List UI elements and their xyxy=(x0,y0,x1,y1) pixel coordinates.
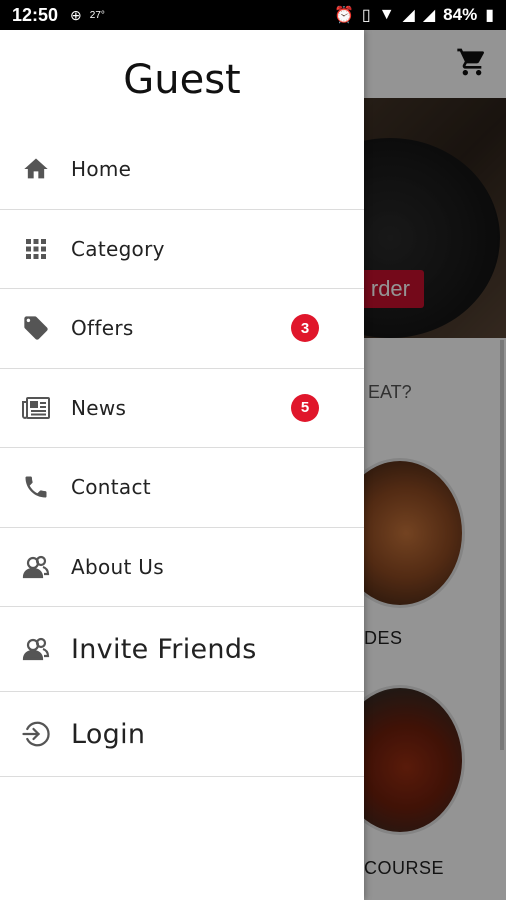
menu-label: Category xyxy=(71,236,165,261)
menu-label: Contact xyxy=(71,475,151,500)
app-notification-icon: ⊕ xyxy=(70,6,82,23)
menu-item-login[interactable]: Login xyxy=(0,692,364,777)
tag-icon xyxy=(20,312,52,344)
login-icon xyxy=(20,718,52,750)
status-right-icons: ⏰ ▯ ▼ ◢ ◢ 84% ▮ xyxy=(334,5,494,25)
people-icon xyxy=(20,633,52,665)
grid-icon xyxy=(20,233,52,265)
battery-icon: ▮ xyxy=(485,7,494,24)
menu-item-news[interactable]: News 5 xyxy=(0,369,364,448)
battery-percent: 84% xyxy=(443,5,478,24)
menu-item-home[interactable]: Home xyxy=(0,130,364,210)
alarm-icon: ⏰ xyxy=(333,7,354,24)
navigation-drawer: Guest Home Category Offers 3 News 5 Cont… xyxy=(0,30,364,900)
menu-item-category[interactable]: Category xyxy=(0,210,364,289)
newspaper-icon xyxy=(20,392,52,424)
menu-item-about-us[interactable]: About Us xyxy=(0,528,364,607)
people-icon xyxy=(20,551,52,583)
offers-count-badge: 3 xyxy=(291,314,319,343)
status-temperature: 27° xyxy=(89,9,105,21)
drawer-user-title: Guest xyxy=(123,57,241,103)
home-icon xyxy=(20,153,52,185)
menu-label: News xyxy=(71,395,127,420)
status-time: 12:50 xyxy=(12,4,59,25)
status-bar: 12:50 ⊕ 27° ⏰ ▯ ▼ ◢ ◢ 84% ▮ xyxy=(0,0,506,30)
menu-label: Invite Friends xyxy=(71,633,257,665)
signal-icon: ◢ xyxy=(402,7,415,24)
menu-item-contact[interactable]: Contact xyxy=(0,448,364,528)
news-count-badge: 5 xyxy=(291,393,319,422)
menu-label: Offers xyxy=(71,316,134,341)
menu-item-offers[interactable]: Offers 3 xyxy=(0,289,364,369)
vibrate-icon: ▯ xyxy=(361,7,371,24)
phone-icon xyxy=(20,471,52,503)
menu-label: About Us xyxy=(71,554,164,579)
menu-label: Login xyxy=(71,718,146,750)
menu-item-invite-friends[interactable]: Invite Friends xyxy=(0,607,364,692)
signal-icon-2: ◢ xyxy=(422,7,436,24)
menu-label: Home xyxy=(71,157,132,182)
wifi-icon: ▼ xyxy=(378,6,395,23)
